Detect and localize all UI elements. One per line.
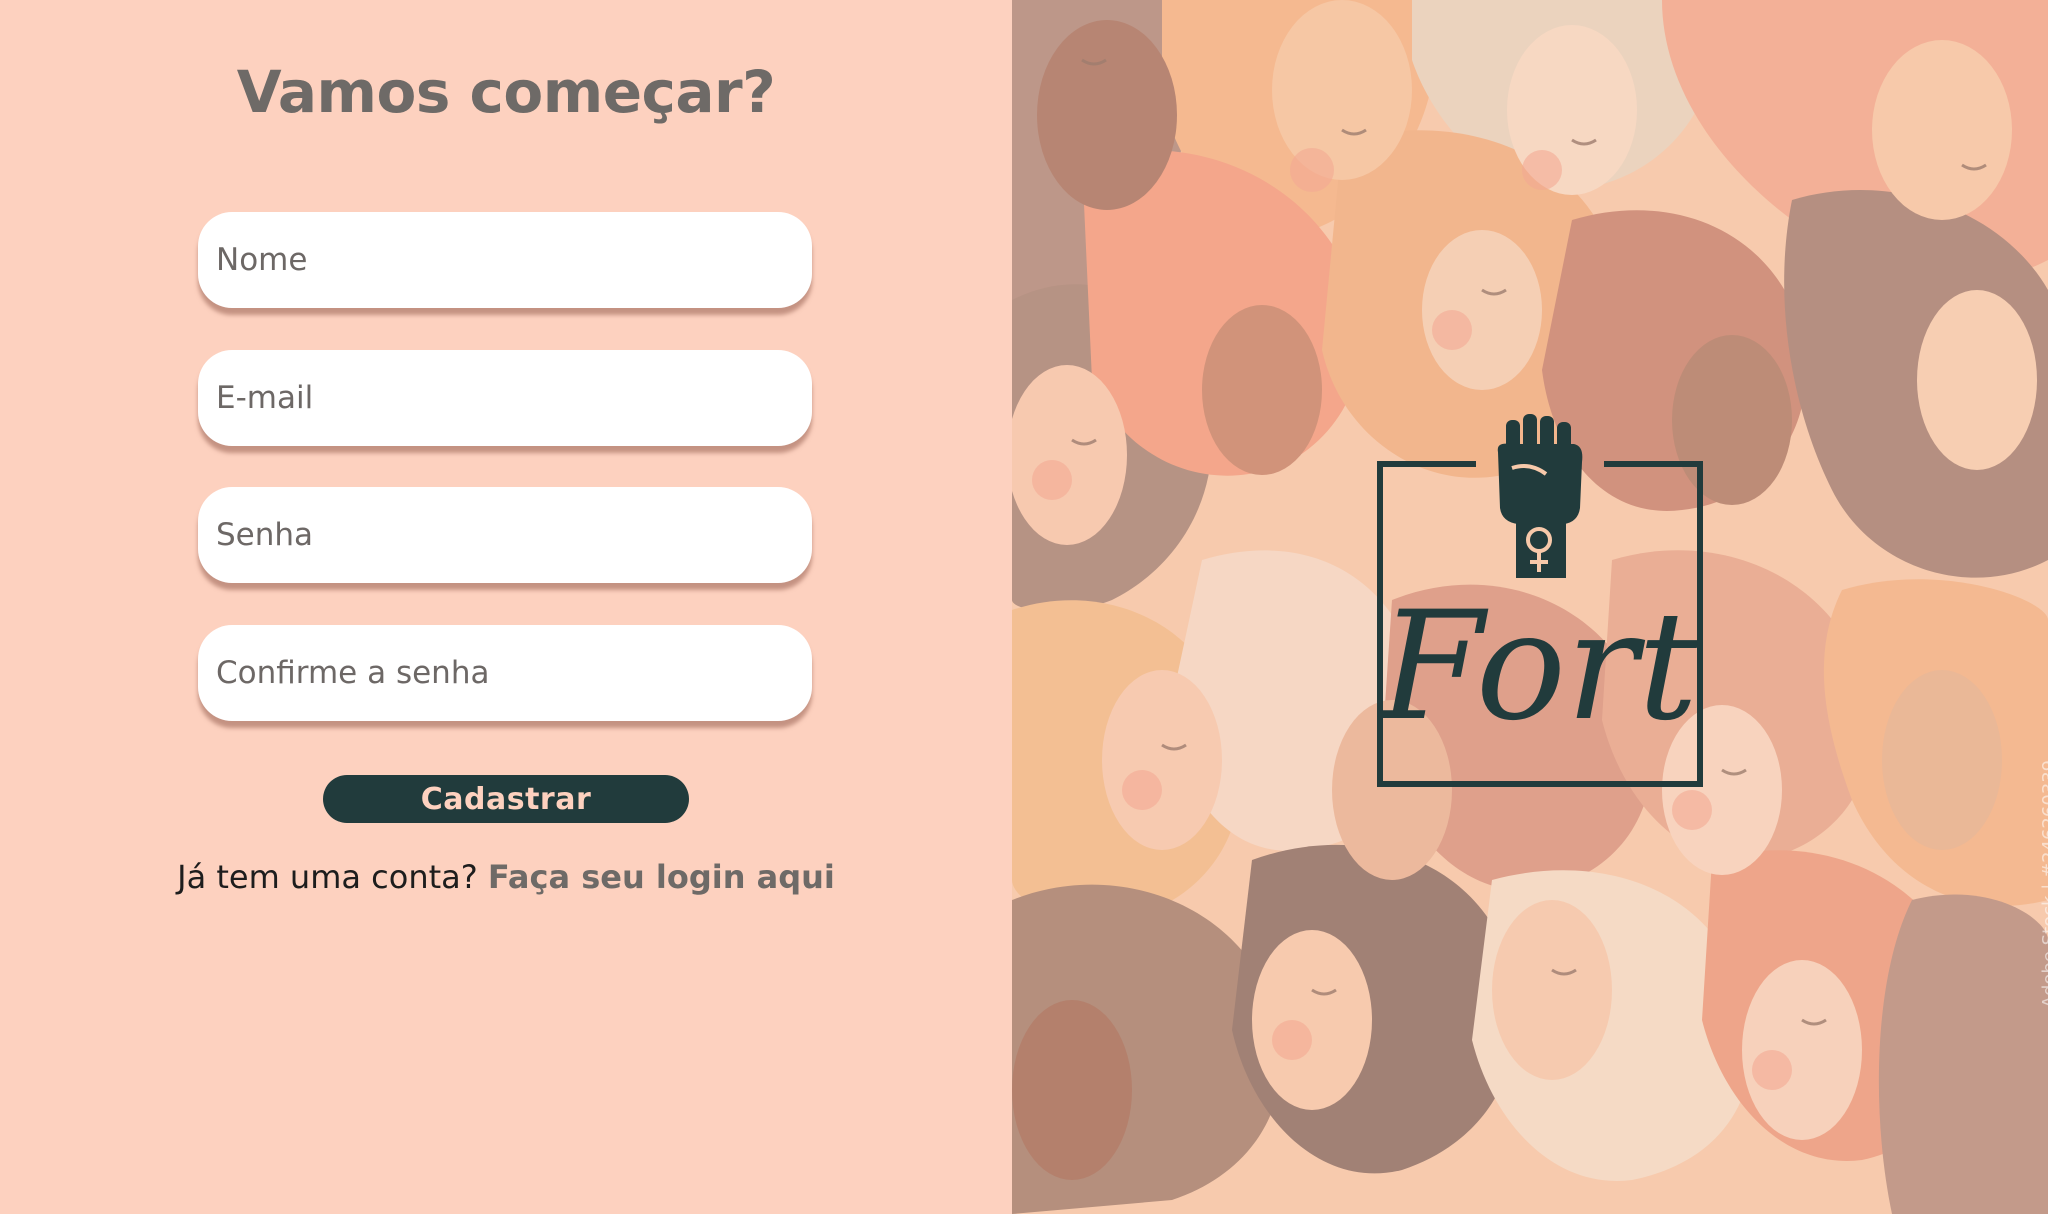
female-symbol-icon — [1526, 527, 1552, 572]
email-input[interactable] — [198, 350, 812, 446]
register-button[interactable]: Cadastrar — [323, 775, 689, 823]
confirm-password-input[interactable] — [198, 625, 812, 721]
stock-watermark: Adobe Stock | #246260339 — [2039, 759, 2048, 1008]
login-link[interactable]: Faça seu login aqui — [488, 858, 835, 896]
login-prompt-line: Já tem uma conta? Faça seu login aqui — [0, 858, 1012, 896]
login-prompt-text: Já tem uma conta? — [177, 858, 478, 896]
fort-logo: Fort — [1366, 412, 1712, 792]
signup-panel: Vamos começar? Cadastrar Já tem uma cont… — [0, 0, 1012, 1214]
brand-name: Fort — [1379, 580, 1699, 754]
name-input[interactable] — [198, 212, 812, 308]
page-title: Vamos começar? — [236, 58, 776, 126]
password-input[interactable] — [198, 487, 812, 583]
